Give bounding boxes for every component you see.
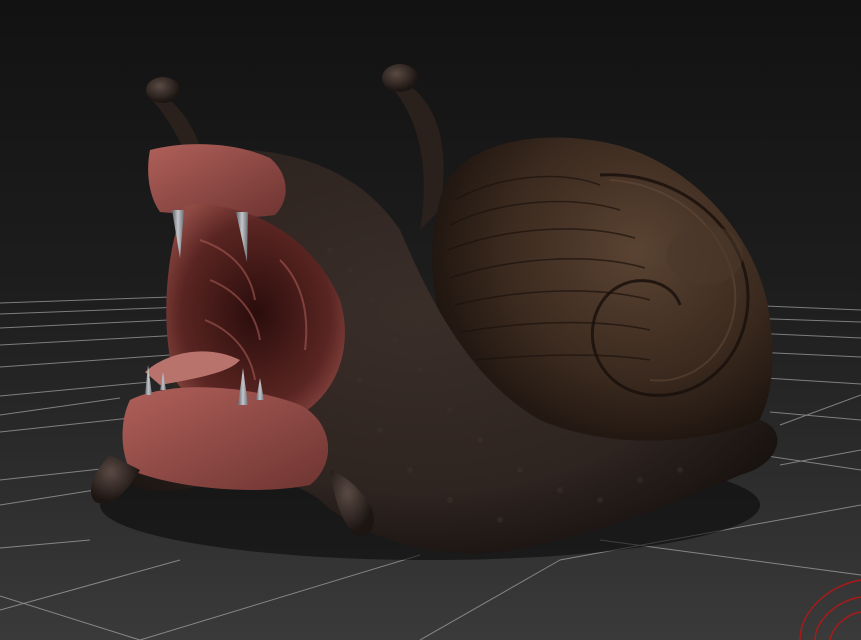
3d-viewport[interactable]: [0, 0, 861, 640]
viewport-scene[interactable]: [0, 0, 861, 640]
